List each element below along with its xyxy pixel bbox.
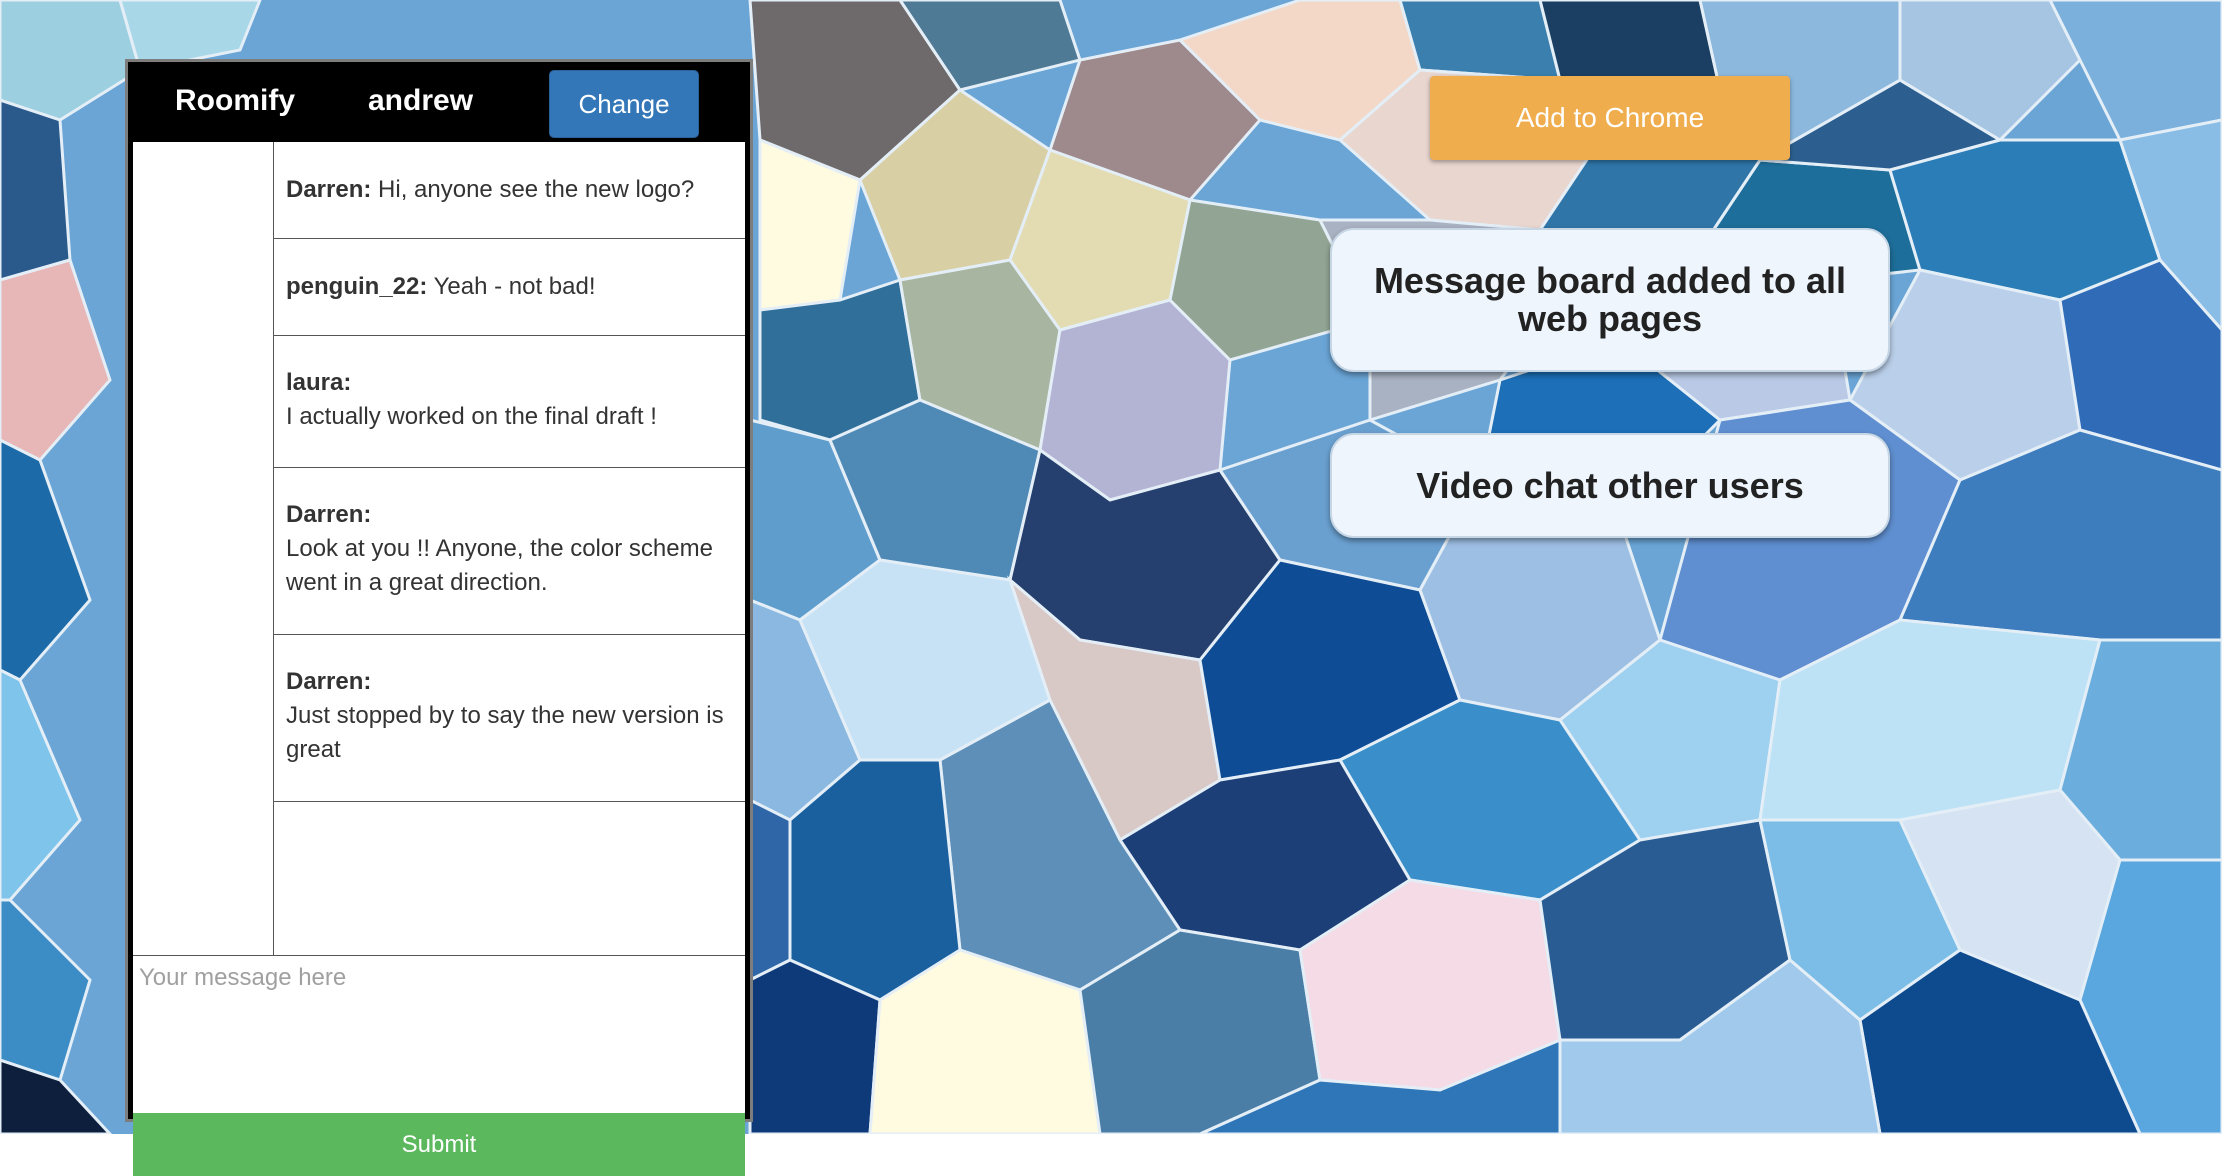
change-username-button[interactable]: Change: [549, 70, 699, 138]
feature-text: Message board added to all web pages: [1373, 260, 1847, 339]
feature-text: Video chat other users: [1416, 464, 1804, 506]
feature-card-video-chat: Video chat other users: [1330, 433, 1890, 538]
message-author: Darren:: [286, 501, 372, 528]
message-composer: [133, 955, 745, 1113]
brand-name: Roomify: [175, 84, 295, 117]
add-to-chrome-button[interactable]: Add to Chrome: [1430, 76, 1790, 160]
message-author: Darren:: [286, 668, 372, 695]
message-text: I actually worked on the final draft !: [286, 403, 657, 430]
chat-header: Roomify andrew Change: [128, 62, 750, 142]
chat-body: Darren: Hi, anyone see the new logo? pen…: [133, 142, 745, 955]
message-text: Hi, anyone see the new logo?: [378, 176, 695, 203]
chat-panel: Roomify andrew Change Darren: Hi, anyone…: [128, 62, 750, 1176]
message-item: Darren: Look at you !! Anyone, the color…: [274, 468, 745, 635]
message-item: penguin_22: Yeah - not bad!: [274, 239, 745, 336]
message-input[interactable]: [133, 956, 745, 1113]
message-item: Darren: Hi, anyone see the new logo?: [274, 142, 745, 239]
message-text: Just stopped by to say the new version i…: [286, 702, 724, 763]
current-username: andrew: [368, 84, 474, 117]
message-item: laura: I actually worked on the final dr…: [274, 336, 745, 468]
chat-sidebar: [133, 142, 274, 955]
message-item: Darren: Just stopped by to say the new v…: [274, 635, 745, 802]
message-author: penguin_22:: [286, 273, 428, 300]
message-text: Yeah - not bad!: [433, 273, 596, 300]
submit-button[interactable]: Submit: [133, 1113, 745, 1176]
message-author: laura:: [286, 369, 352, 396]
message-text: Look at you !! Anyone, the color scheme …: [286, 535, 713, 596]
feature-card-message-board: Message board added to all web pages: [1330, 228, 1890, 372]
message-list[interactable]: Darren: Hi, anyone see the new logo? pen…: [274, 142, 745, 955]
message-author: Darren:: [286, 176, 372, 203]
